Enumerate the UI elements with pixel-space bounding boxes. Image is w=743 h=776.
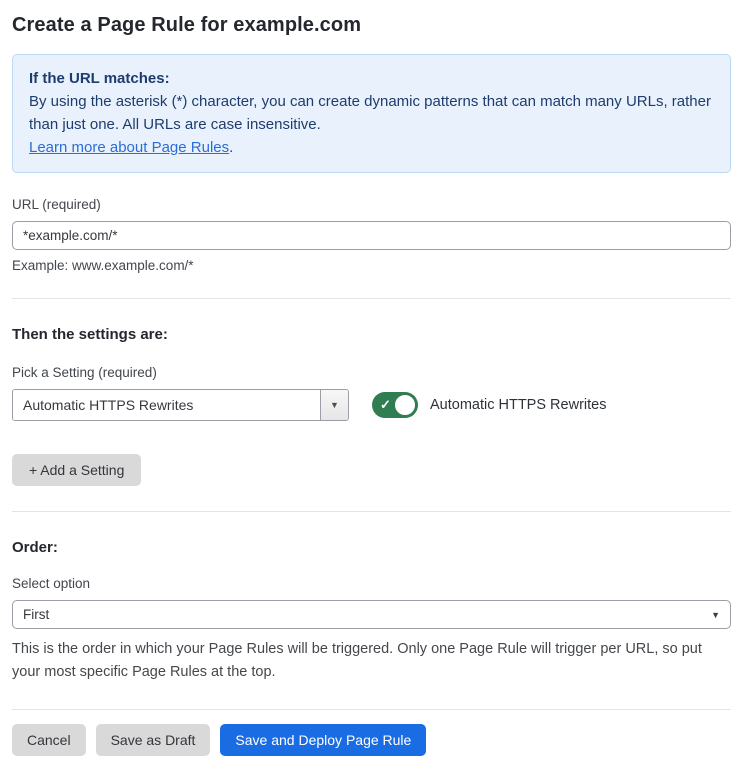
chevron-down-icon: ▼ — [330, 400, 339, 410]
https-rewrites-toggle[interactable]: ✓ — [372, 392, 418, 418]
save-as-draft-button[interactable]: Save as Draft — [95, 724, 211, 756]
pick-setting-label: Pick a Setting (required) — [12, 365, 157, 380]
order-select[interactable]: First ▼ — [12, 600, 731, 629]
setting-dropdown-button[interactable]: ▼ — [320, 390, 348, 420]
create-page-rule-form: Create a Page Rule for example.com If th… — [0, 0, 743, 776]
setting-row: Automatic HTTPS Rewrites ▼ ✓ Automatic H… — [12, 389, 731, 421]
chevron-down-icon: ▼ — [711, 609, 720, 620]
toggle-knob — [393, 393, 417, 417]
save-and-deploy-button[interactable]: Save and Deploy Page Rule — [220, 724, 427, 756]
check-icon: ✓ — [380, 397, 391, 412]
info-box-body: By using the asterisk (*) character, you… — [29, 93, 711, 133]
footer-divider — [12, 709, 731, 710]
info-box-heading: If the URL matches: — [29, 70, 170, 87]
url-field-hint: Example: www.example.com/* — [12, 258, 194, 273]
setting-toggle-group: ✓ Automatic HTTPS Rewrites — [372, 392, 606, 418]
page-title: Create a Page Rule for example.com — [12, 14, 362, 36]
section-divider — [12, 511, 731, 512]
setting-dropdown-value: Automatic HTTPS Rewrites — [13, 390, 320, 420]
info-box-link-row: Learn more about Page Rules. — [29, 136, 714, 159]
toggle-label: Automatic HTTPS Rewrites — [430, 397, 607, 413]
settings-section-heading: Then the settings are: — [12, 326, 168, 343]
add-setting-button[interactable]: + Add a Setting — [12, 454, 142, 486]
url-field-label: URL (required) — [12, 197, 101, 212]
order-select-value: First — [23, 607, 50, 622]
learn-more-link[interactable]: Learn more about Page Rules — [29, 139, 229, 156]
footer-actions: Cancel Save as Draft Save and Deploy Pag… — [12, 724, 731, 756]
order-select-label: Select option — [12, 576, 91, 591]
url-match-info-box: If the URL matches: By using the asteris… — [12, 54, 731, 173]
section-divider — [12, 298, 731, 299]
cancel-button[interactable]: Cancel — [12, 724, 86, 756]
url-input[interactable] — [12, 221, 731, 250]
link-suffix: . — [229, 139, 234, 156]
order-help-text: This is the order in which your Page Rul… — [12, 641, 702, 680]
order-section-heading: Order: — [12, 539, 58, 556]
setting-dropdown[interactable]: Automatic HTTPS Rewrites ▼ — [12, 389, 349, 421]
